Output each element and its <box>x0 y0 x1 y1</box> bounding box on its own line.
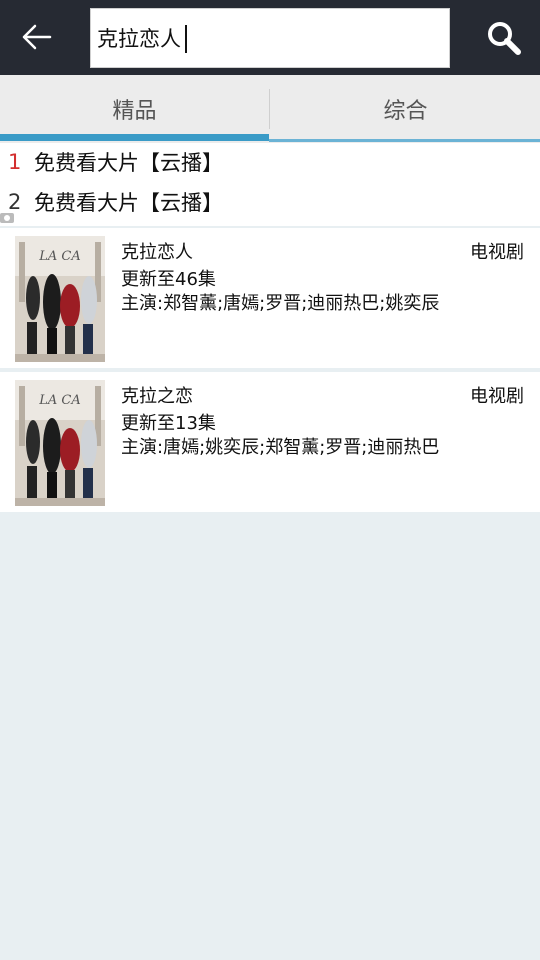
suggestion-item[interactable]: 2 免费看大片【云播】 <box>0 183 540 221</box>
result-cast: 主演:郑智薰;唐嫣;罗晋;迪丽热巴;姚奕辰 <box>121 293 440 314</box>
tab-divider <box>269 89 270 129</box>
search-icon[interactable] <box>476 10 532 66</box>
suggestion-text: 免费看大片【云播】 <box>34 191 223 215</box>
result-cast: 主演:唐嫣;姚奕辰;郑智薰;罗晋;迪丽热巴 <box>121 437 440 458</box>
tab-active-indicator <box>0 134 269 141</box>
tab-general[interactable]: 综合 <box>271 75 540 143</box>
back-arrow-icon[interactable] <box>12 12 62 62</box>
search-query-text: 克拉恋人 <box>97 27 181 51</box>
poster-image: LA CA <box>15 236 105 362</box>
result-title: 克拉之恋 <box>121 386 193 407</box>
result-title: 克拉恋人 <box>121 242 193 263</box>
result-update: 更新至13集 <box>121 413 216 434</box>
suggestion-text: 免费看大片【云播】 <box>34 151 223 175</box>
svg-text:LA CA: LA CA <box>38 393 81 408</box>
tab-bar: 精品 综合 <box>0 75 540 143</box>
result-type: 电视剧 <box>470 242 524 263</box>
tab-featured[interactable]: 精品 <box>0 75 269 143</box>
suggestion-rank: 1 <box>8 150 22 174</box>
svg-text:LA CA: LA CA <box>38 249 81 264</box>
poster-image: LA CA <box>15 380 105 506</box>
top-bar: 克拉恋人 <box>0 0 540 75</box>
result-type: 电视剧 <box>470 386 524 407</box>
result-card[interactable]: LA CA 克拉之恋 更新至13集 主演:唐嫣;姚奕辰;郑智薰;罗晋;迪丽热巴 … <box>0 372 540 512</box>
settings-mini-icon <box>0 210 16 224</box>
text-caret <box>185 25 187 53</box>
suggestion-list: 1 免费看大片【云播】 2 免费看大片【云播】 <box>0 143 540 226</box>
suggestion-item[interactable]: 1 免费看大片【云播】 <box>0 143 540 181</box>
search-input[interactable]: 克拉恋人 <box>90 8 450 68</box>
result-update: 更新至46集 <box>121 269 216 290</box>
result-card[interactable]: LA CA 克拉恋人 更新至46集 主演:郑智薰;唐嫣;罗晋;迪丽热巴;姚奕辰 … <box>0 228 540 368</box>
tab-underline <box>269 139 540 142</box>
